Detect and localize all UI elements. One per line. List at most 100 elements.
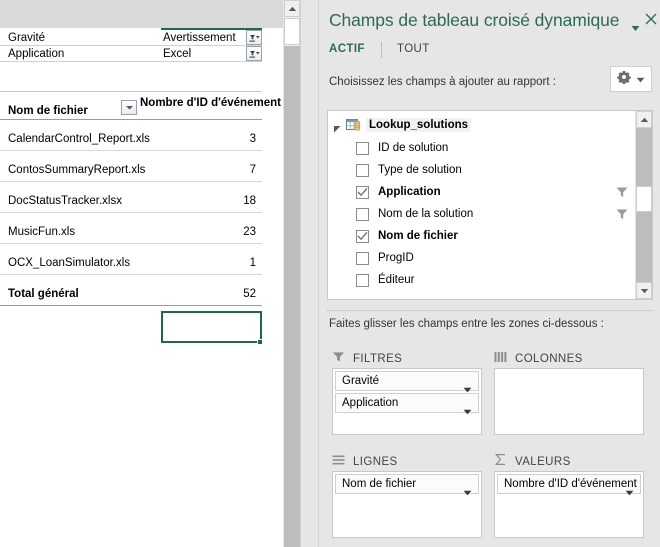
zone-box-filters[interactable]: Gravité Application	[332, 368, 482, 435]
pivot-filter-row[interactable]: Application Excel	[0, 46, 262, 62]
pivot-filter-label: Application	[8, 48, 65, 60]
zone-header-filters: FILTRES	[332, 350, 402, 368]
field-list-item-progid[interactable]: ProgID	[356, 247, 635, 269]
field-label: Nom de fichier	[378, 230, 458, 242]
field-list-item-application[interactable]: Application	[356, 181, 635, 203]
excel-pivottable-screen: Gravité Avertissement Application Excel	[0, 0, 660, 547]
pivot-grand-total-row[interactable]: Total général 52	[0, 275, 262, 306]
chevron-down-icon	[636, 70, 645, 88]
field-chip-nombre-id-evenement[interactable]: Nombre d'ID d'événement	[497, 474, 641, 496]
pivot-report-filter-area: Gravité Avertissement Application Excel	[0, 30, 262, 62]
zone-header-columns: COLONNES	[494, 350, 583, 368]
field-chip-nom-de-fichier[interactable]: Nom de fichier	[335, 474, 479, 496]
pane-splitter[interactable]	[300, 0, 318, 547]
field-label: Éditeur	[378, 274, 415, 286]
checkbox-checked[interactable]	[356, 185, 369, 199]
zone-box-values[interactable]: Nombre d'ID d'événement	[494, 471, 644, 538]
worksheet-area[interactable]: Gravité Avertissement Application Excel	[0, 0, 283, 547]
zone-title: COLONNES	[515, 353, 583, 365]
zone-header-values: VALEURS	[494, 453, 571, 471]
pane-tabs: ACTIF TOUT	[329, 42, 651, 62]
pivot-filter-label: Gravité	[8, 32, 46, 44]
chevron-down-icon[interactable]	[463, 402, 472, 420]
rows-icon	[332, 453, 345, 471]
chip-label: Gravité	[342, 375, 380, 387]
field-list-tools-button[interactable]	[610, 66, 652, 92]
pivot-filter-row[interactable]: Gravité Avertissement	[0, 30, 262, 46]
pivot-row-header-label: Nom de fichier	[8, 105, 88, 117]
field-chip-application[interactable]: Application	[335, 393, 479, 415]
field-list-table-name: Lookup_solutions	[366, 118, 472, 132]
pivot-row-name: MusicFun.xls	[8, 226, 76, 238]
tab-actif[interactable]: ACTIF	[329, 43, 365, 55]
table-row[interactable]: CalendarControl_Report.xls 3	[0, 120, 262, 151]
field-list-item-id-de-solution[interactable]: ID de solution	[356, 137, 635, 159]
zone-title: LIGNES	[353, 456, 398, 468]
fill-handle[interactable]	[257, 339, 263, 345]
field-label: ProgID	[378, 252, 414, 264]
worksheet-vertical-scrollbar[interactable]	[283, 0, 300, 547]
field-list-item-nom-de-fichier[interactable]: Nom de fichier	[356, 225, 635, 247]
tab-tout[interactable]: TOUT	[397, 43, 430, 55]
field-list-item-editeur[interactable]: Éditeur	[356, 269, 635, 291]
chip-label: Application	[342, 397, 399, 409]
checkbox[interactable]	[356, 251, 369, 265]
field-label: Type de solution	[378, 164, 462, 176]
pivot-row-name: ContosSummaryReport.xls	[8, 164, 146, 176]
field-list-table-node[interactable]: Lookup_solutions	[333, 116, 472, 134]
field-list-scrollbar[interactable]	[635, 111, 652, 299]
chevron-down-icon[interactable]	[121, 100, 137, 115]
filter-dropdown-icon[interactable]	[246, 30, 262, 45]
triangle-down-icon[interactable]	[636, 282, 652, 299]
pivot-row-name: DocStatusTracker.xlsx	[8, 195, 122, 207]
pivot-row-name: OCX_LoanSimulator.xls	[8, 257, 131, 269]
zone-header-rows: LIGNES	[332, 453, 398, 471]
checkbox[interactable]	[356, 273, 369, 287]
checkbox[interactable]	[356, 163, 369, 177]
choose-fields-label: Choisissez les champs à ajouter au rappo…	[329, 76, 556, 88]
field-list-item-type-de-solution[interactable]: Type de solution	[356, 159, 635, 181]
pivot-value-header-label: Nombre d'ID d'événement	[140, 97, 281, 109]
field-list-item-nom-de-la-solution[interactable]: Nom de la solution	[356, 203, 635, 225]
chevron-down-icon[interactable]	[631, 19, 640, 31]
table-row[interactable]: DocStatusTracker.xlsx 18	[0, 182, 262, 213]
pane-divider	[327, 310, 653, 312]
field-label: Application	[378, 186, 441, 198]
chevron-down-icon[interactable]	[625, 483, 634, 501]
worksheet-top-band	[0, 0, 283, 28]
zone-box-rows[interactable]: Nom de fichier	[332, 471, 482, 538]
chip-label: Nombre d'ID d'événement	[504, 478, 637, 490]
table-row[interactable]: OCX_LoanSimulator.xls 1	[0, 244, 262, 275]
pivot-data-rows: CalendarControl_Report.xls 3 ContosSumma…	[0, 120, 262, 306]
triangle-up-icon[interactable]	[636, 111, 652, 128]
scrollbar-thumb[interactable]	[636, 186, 652, 212]
field-chip-gravite[interactable]: Gravité	[335, 371, 479, 393]
pivot-row-value: 7	[249, 164, 256, 176]
field-label: Nom de la solution	[378, 208, 474, 220]
checkbox[interactable]	[356, 207, 369, 221]
columns-icon	[494, 350, 507, 368]
chip-label: Nom de fichier	[342, 478, 417, 490]
selected-cell-outline[interactable]	[161, 311, 262, 343]
filter-dropdown-icon[interactable]	[246, 46, 262, 61]
field-label: ID de solution	[378, 142, 449, 154]
zone-box-columns[interactable]	[494, 368, 644, 435]
chevron-down-icon[interactable]	[463, 483, 472, 501]
funnel-icon[interactable]	[615, 207, 629, 221]
funnel-icon	[332, 350, 345, 368]
triangle-up-icon[interactable]	[284, 0, 300, 17]
gear-icon	[617, 70, 631, 89]
triangle-collapse-icon[interactable]	[333, 121, 342, 133]
sigma-icon	[494, 453, 507, 471]
pivot-grand-total-value: 52	[243, 288, 256, 300]
checkbox-checked[interactable]	[356, 229, 369, 243]
scrollbar-thumb[interactable]	[284, 18, 300, 45]
table-row[interactable]: MusicFun.xls 23	[0, 213, 262, 244]
close-icon[interactable]	[644, 12, 658, 26]
table-row[interactable]: ContosSummaryReport.xls 7	[0, 151, 262, 182]
funnel-icon[interactable]	[615, 185, 629, 199]
checkbox[interactable]	[356, 141, 369, 155]
pivot-row-name: CalendarControl_Report.xls	[8, 133, 150, 145]
field-list-box[interactable]: Lookup_solutions ID de solution Type de …	[327, 110, 653, 300]
scrollbar-track[interactable]	[284, 46, 300, 547]
